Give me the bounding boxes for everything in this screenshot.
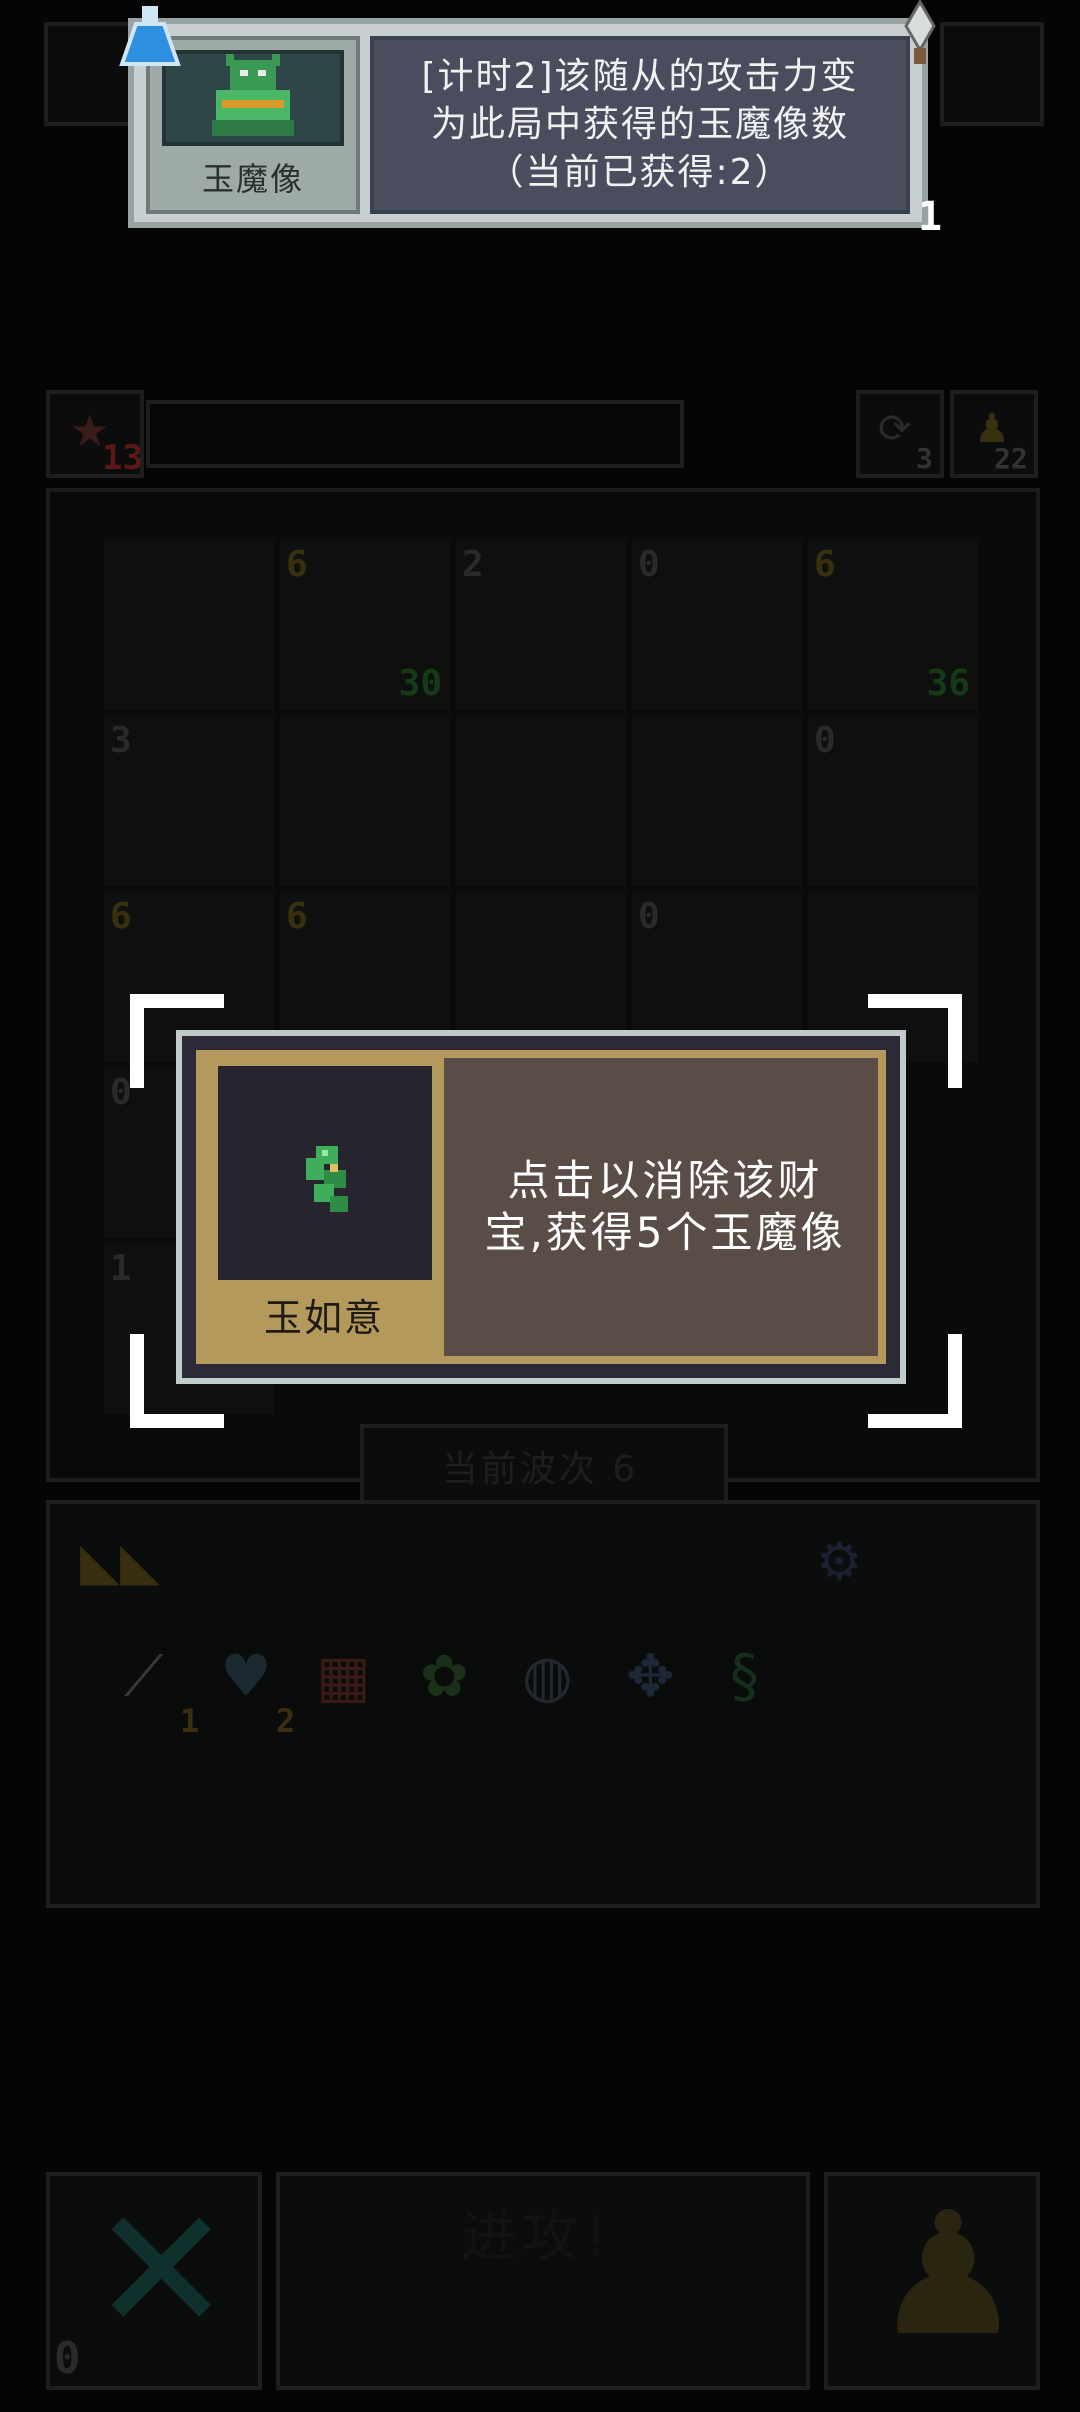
unit-level-badge: 0 (638, 896, 660, 937)
treasure-card: 玉如意 (204, 1058, 444, 1356)
unit-desc-line: （当前已获得:2） (487, 152, 793, 193)
board-cell[interactable]: 6 30 (280, 540, 450, 710)
orb-icon[interactable]: ◍ (522, 1642, 573, 1710)
treasure-name: 玉如意 (263, 1296, 384, 1340)
treasure-popup[interactable]: 玉如意 点击以消除该财 宝,获得5个玉魔像 (176, 1030, 906, 1384)
gear-icon: ⚙ (816, 1532, 863, 1592)
key-count: 22 (994, 442, 1028, 475)
unit-level-badge: 0 (638, 544, 660, 585)
unit-attack-value: 36 (926, 663, 970, 704)
unit-description-panel: [计时2]该随从的攻击力变 为此局中获得的玉魔像数 （当前已获得:2） (370, 36, 910, 214)
board-cell[interactable] (632, 716, 802, 886)
treasure-image-slot (218, 1066, 432, 1280)
unit-level-badge: 0 (110, 1072, 132, 1113)
board-cell[interactable]: 2 (456, 540, 626, 710)
inventory-tab-settings[interactable]: ⚙ (790, 1522, 880, 1602)
bone-icon[interactable]: ⟋ (124, 1644, 163, 1710)
board-cell[interactable] (280, 716, 450, 886)
unit-tooltip: 玉魔像 [计时2]该随从的攻击力变 为此局中获得的玉魔像数 （当前已获得:2） (128, 18, 928, 228)
treasure-popup-inner: 玉如意 点击以消除该财 宝,获得5个玉魔像 (196, 1050, 886, 1364)
cancel-button[interactable]: ✕ 0 (46, 2172, 262, 2390)
treasure-desc-line: 点击以消除该财 (507, 1156, 823, 1205)
treasure-desc-line: 宝,获得5个玉魔像 (484, 1208, 846, 1257)
inventory-tab-relics[interactable]: ◣◣ (70, 1522, 190, 1602)
star-count: 13 (102, 438, 143, 478)
unit-name: 玉魔像 (201, 160, 304, 198)
unit-desc-line: [计时2]该随从的攻击力变 (421, 56, 859, 97)
close-icon: ✕ (90, 2172, 233, 2370)
jade-golem-portrait (162, 50, 344, 146)
attack-label: 进攻! (460, 2205, 614, 2270)
tooltip-corner-number: 1 (918, 194, 943, 240)
board-cell[interactable]: 0 (808, 716, 978, 886)
board-cell[interactable] (104, 540, 274, 710)
unit-level-badge: 3 (110, 720, 132, 761)
heart-gem-count: 2 (276, 1702, 296, 1740)
unit-level-badge: 6 (814, 544, 836, 585)
wave-label: 当前波次 6 (441, 1449, 639, 1490)
unit-level-badge: 1 (110, 1248, 132, 1289)
flask-icon (118, 4, 182, 68)
unit-level-badge: 2 (462, 544, 484, 585)
unit-level-badge: 6 (286, 896, 308, 937)
jade-golem-icon (212, 54, 294, 136)
plant-icon[interactable]: ✿ (420, 1642, 469, 1710)
relic-tab-icon: ◣◣ (80, 1532, 160, 1592)
board-cell[interactable]: 0 (632, 540, 802, 710)
name-bar (146, 400, 684, 468)
dagger-icon (890, 0, 950, 70)
unit-level-badge: 6 (286, 544, 308, 585)
board-cell[interactable]: 3 (104, 716, 274, 886)
unit-level-badge: 0 (814, 720, 836, 761)
unit-attack-value: 30 (398, 663, 442, 704)
status-bar: ★ 13 ⟳ 3 ♟ 22 (46, 390, 1038, 480)
board-cell[interactable]: 6 36 (808, 540, 978, 710)
inventory-items: ⟋ 1 ♥ 2 ▦ ✿ ◍ ✥ § (90, 1624, 990, 1754)
key-button[interactable]: ♟ 22 (950, 390, 1038, 478)
jade-ruyi-icon (306, 1146, 348, 1212)
top-right-dim-button[interactable] (940, 22, 1044, 126)
crate-icon[interactable]: ▦ (316, 1642, 371, 1710)
cancel-count: 0 (54, 2333, 81, 2384)
pawn-icon: ♟ (872, 2176, 1025, 2374)
heart-gem-icon[interactable]: ♥ (220, 1642, 272, 1710)
inventory-panel: ◣◣ ⚙ ⟋ 1 ♥ 2 ▦ ✿ ◍ ✥ § (46, 1500, 1040, 1908)
refresh-icon: ⟳ (878, 406, 912, 452)
jade-ruyi-small-icon[interactable]: § (730, 1642, 759, 1710)
pawn-button[interactable]: ♟ (824, 2172, 1040, 2390)
bone-count: 1 (180, 1702, 200, 1740)
board-cell[interactable] (456, 716, 626, 886)
unit-desc-line: 为此局中获得的玉魔像数 (430, 104, 849, 145)
refresh-button[interactable]: ⟳ 3 (856, 390, 944, 478)
beetle-icon[interactable]: ✥ (626, 1642, 675, 1710)
treasure-description-panel: 点击以消除该财 宝,获得5个玉魔像 (452, 1058, 878, 1356)
unit-level-badge: 6 (110, 896, 132, 937)
refresh-count: 3 (916, 442, 933, 475)
star-badge[interactable]: ★ 13 (46, 390, 144, 478)
